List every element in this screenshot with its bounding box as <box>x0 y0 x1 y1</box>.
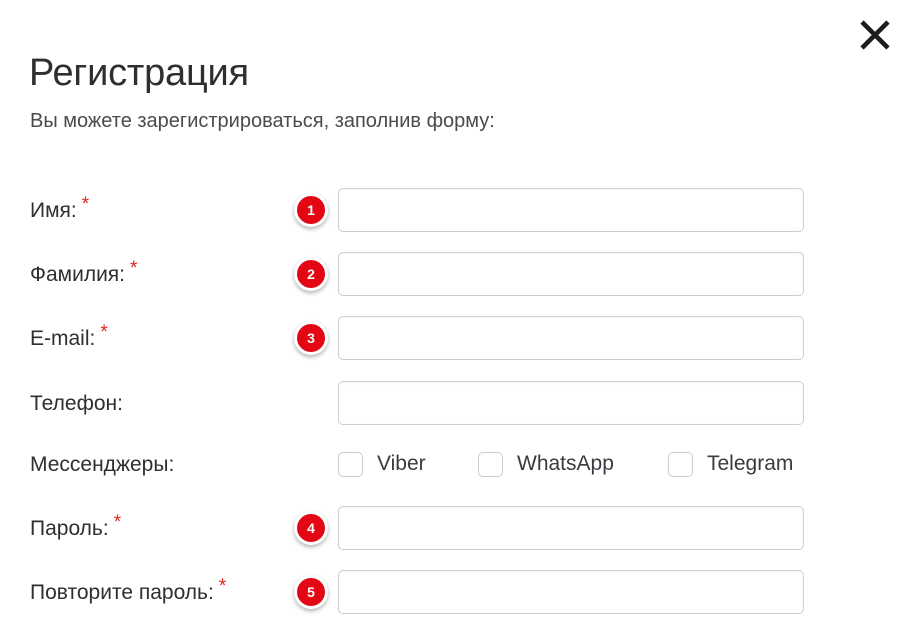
field-label: E-mail: * <box>30 316 108 360</box>
form-row: Мессенджеры: Viber WhatsApp Telegram <box>0 442 901 486</box>
field-label: Повторите пароль: * <box>30 570 226 614</box>
form-row: Повторите пароль: * 5 <box>0 570 901 614</box>
checkbox-item-telegram[interactable]: Telegram <box>668 451 794 477</box>
input-4[interactable] <box>338 381 804 425</box>
field-label: Пароль: * <box>30 506 121 550</box>
checkbox-box[interactable] <box>338 451 363 477</box>
checkbox-item-whatsapp[interactable]: WhatsApp <box>478 451 614 477</box>
field-label-text: E-mail: <box>30 326 96 350</box>
required-asterisk: * <box>218 576 227 597</box>
input-6[interactable] <box>338 506 804 550</box>
field-label-text: Телефон: <box>30 391 123 415</box>
field-label-text: Мессенджеры: <box>30 452 175 476</box>
required-asterisk: * <box>100 322 108 343</box>
input-2[interactable] <box>338 252 804 296</box>
page-subtitle: Вы можете зарегистрироваться, заполнив ф… <box>30 110 495 132</box>
registration-dialog: Регистрация Вы можете зарегистрироваться… <box>0 0 901 637</box>
required-asterisk: * <box>113 512 122 533</box>
checkbox-box[interactable] <box>478 451 503 477</box>
step-badge-5: 5 <box>294 575 328 609</box>
field-label-text: Повторите пароль: <box>30 580 214 604</box>
step-badge-4: 4 <box>294 511 328 545</box>
field-label-text: Имя: <box>30 198 77 222</box>
checkbox-label: Telegram <box>707 452 794 475</box>
checkbox-box[interactable] <box>668 451 693 477</box>
field-label-text: Фамилия: <box>30 262 126 286</box>
close-x-glyph <box>860 20 890 50</box>
step-badge-2: 2 <box>294 257 328 291</box>
input-1[interactable] <box>338 188 804 232</box>
required-asterisk: * <box>130 258 138 279</box>
checkbox-label: WhatsApp <box>517 452 614 475</box>
form-row: Телефон: <box>0 381 901 425</box>
form-row: E-mail: * 3 <box>0 316 901 360</box>
checkbox-label: Viber <box>377 452 426 475</box>
checkbox-item-viber[interactable]: Viber <box>338 451 426 477</box>
field-label: Фамилия: * <box>30 252 137 296</box>
field-label: Имя: * <box>30 188 89 232</box>
required-asterisk: * <box>81 194 90 215</box>
input-3[interactable] <box>338 316 804 360</box>
step-badge-1: 1 <box>294 193 328 227</box>
field-label: Мессенджеры: <box>30 442 174 486</box>
form-row: Пароль: * 4 <box>0 506 901 550</box>
field-label-text: Пароль: <box>30 516 109 540</box>
step-badge-3: 3 <box>294 321 328 355</box>
page-title: Регистрация <box>29 52 249 94</box>
form-row: Фамилия: * 2 <box>0 252 901 296</box>
form-row: Имя: * 1 <box>0 188 901 232</box>
close-icon[interactable] <box>853 13 897 57</box>
input-7[interactable] <box>338 570 804 614</box>
field-label: Телефон: <box>30 381 123 425</box>
